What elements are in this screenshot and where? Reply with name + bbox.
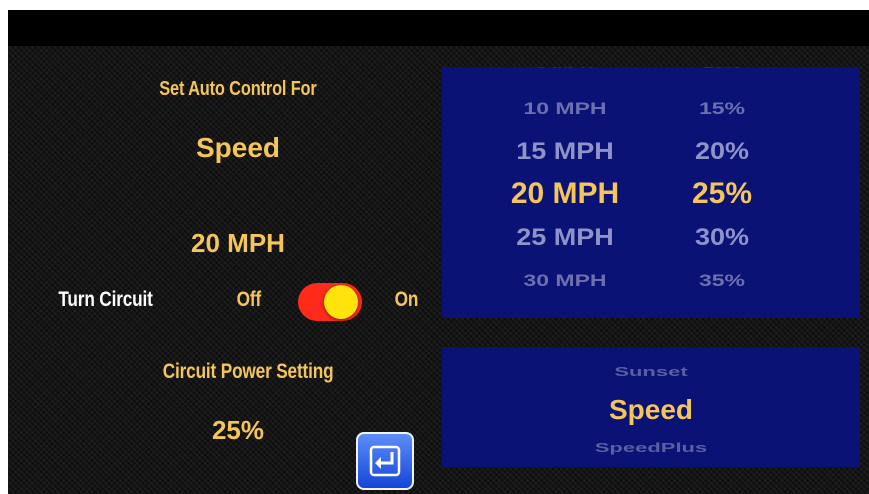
picker-row[interactable]: 25 MPH 30% <box>442 219 860 255</box>
circuit-power-label: Circuit Power Setting <box>108 360 388 384</box>
speed-power-picker[interactable]: 5 MPH 10% 10 MPH 15% 15 MPH 20% 20 MPH 25% 25 MP… <box>442 67 860 318</box>
turn-circuit-label: Turn Circuit <box>48 288 163 312</box>
picker-power-option: 30% <box>694 223 750 251</box>
mode-option[interactable]: SpeedPlus <box>442 437 860 459</box>
circuit-toggle[interactable] <box>298 283 362 321</box>
picker-row[interactable]: 15 MPH 20% <box>442 133 860 169</box>
off-label: Off <box>234 288 264 312</box>
top-bar <box>8 10 869 46</box>
picker-power-option: 15% <box>698 98 746 118</box>
picker-speed-option: 5 MPH <box>490 67 640 74</box>
back-button[interactable] <box>356 432 414 490</box>
picker-speed-option: 15 MPH <box>516 137 614 165</box>
on-label-text: On <box>394 288 419 311</box>
selected-mode: Speed <box>195 132 281 163</box>
toggle-knob <box>324 285 358 319</box>
picker-power-option: 40% <box>662 314 782 318</box>
circuit-power-label-text: Circuit Power Setting <box>162 360 334 383</box>
picker-row[interactable]: 20 MPH 25% <box>442 174 860 214</box>
picker-power-option: 10% <box>662 67 782 74</box>
mode-picker[interactable]: Sunset Speed SpeedPlus <box>442 347 860 467</box>
picker-speed-option: 35 MPH <box>490 314 640 318</box>
picker-row[interactable]: 5 MPH 10% <box>442 67 860 74</box>
picker-speed-option: 30 MPH <box>523 270 607 290</box>
on-label: On <box>392 288 421 312</box>
picker-speed-option: 10 MPH <box>523 98 607 118</box>
selected-speed: 20 MPH <box>191 228 285 258</box>
circuit-power-value: 25% <box>211 415 265 445</box>
auto-control-title-text: Set Auto Control For <box>159 78 317 100</box>
picker-speed-option: 25 MPH <box>516 223 614 251</box>
picker-power-option: 35% <box>698 270 746 290</box>
mode-option[interactable]: Sunset <box>442 361 860 383</box>
picker-row[interactable]: 10 MPH 15% <box>442 94 860 123</box>
return-arrow-icon <box>369 445 401 477</box>
picker-row[interactable]: 30 MPH 35% <box>442 266 860 295</box>
mode-option[interactable]: Speed <box>442 392 860 428</box>
app-screen: Set Auto Control For Speed 20 MPH Turn C… <box>8 10 869 494</box>
picker-power-option: 25% <box>691 177 753 210</box>
auto-control-title: Set Auto Control For <box>108 78 368 101</box>
picker-speed-option: 20 MPH <box>510 177 620 210</box>
turn-circuit-label-text: Turn Circuit <box>58 288 153 311</box>
picker-row[interactable]: 35 MPH 40% <box>442 314 860 318</box>
picker-power-option: 20% <box>694 137 750 165</box>
off-label-text: Off <box>236 288 262 311</box>
